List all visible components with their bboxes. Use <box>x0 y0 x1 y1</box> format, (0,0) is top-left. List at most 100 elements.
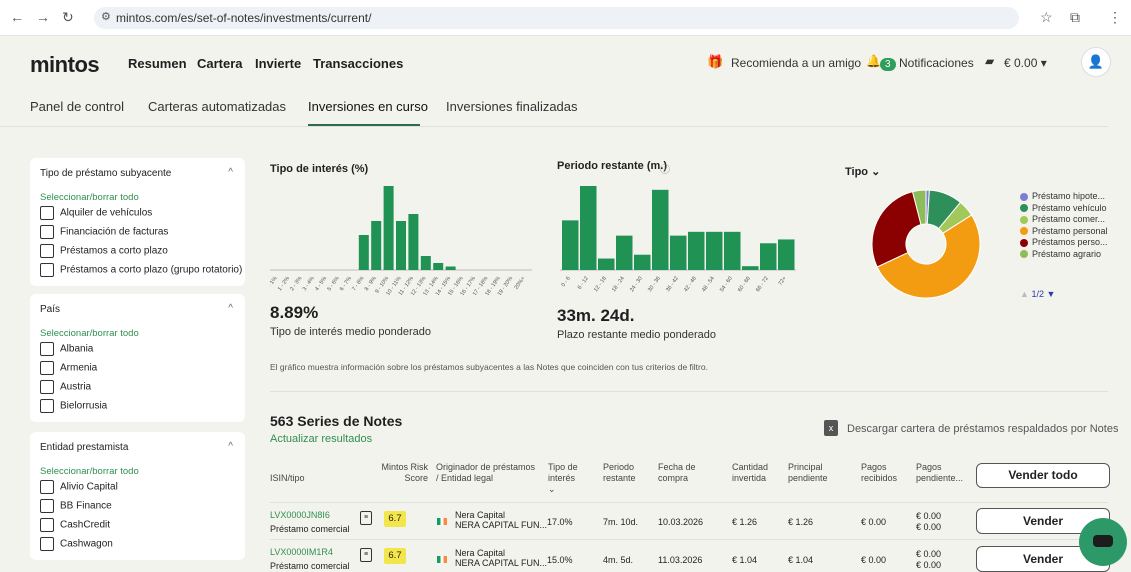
originator[interactable]: Nera Capital <box>455 548 505 558</box>
notifications-link[interactable]: Notificaciones <box>899 56 974 70</box>
download-portfolio-link[interactable]: Descargar cartera de préstamos respaldad… <box>847 423 1118 435</box>
legend-item[interactable]: Préstamos perso... <box>1020 237 1108 247</box>
filter-option[interactable]: Préstamos a corto plazo (grupo rotatorio… <box>40 263 242 277</box>
download-icon[interactable]: x <box>824 420 838 436</box>
col-pending[interactable]: Pagos pendiente... <box>916 462 971 484</box>
bar[interactable] <box>634 254 651 270</box>
chevron-down-icon[interactable]: ⌄ <box>871 166 880 178</box>
col-purchase-date[interactable]: Fecha de compra <box>658 462 703 484</box>
nav-invierte[interactable]: Invierte <box>255 56 301 71</box>
refresh-results-link[interactable]: Actualizar resultados <box>270 433 372 445</box>
legend-item[interactable]: Préstamo vehículo <box>1020 203 1107 213</box>
bell-icon[interactable]: 🔔 <box>866 54 881 68</box>
legend-item[interactable]: Préstamo comer... <box>1020 214 1105 224</box>
extensions-icon[interactable]: ⧉ <box>1070 9 1080 26</box>
recommend-link[interactable]: Recomienda a un amigo <box>731 56 861 70</box>
bar[interactable] <box>408 214 419 270</box>
col-interest[interactable]: Tipo de interés ⌄ <box>548 462 586 495</box>
nav-transacciones[interactable]: Transacciones <box>313 56 403 71</box>
filter-option[interactable]: BB Finance <box>40 499 112 513</box>
isin-link[interactable]: LVX0000JN8I6 <box>270 510 330 520</box>
chevron-up-icon[interactable]: ^ <box>228 441 233 452</box>
notification-badge[interactable]: 3 <box>880 56 899 71</box>
checkbox[interactable] <box>40 244 54 258</box>
bar[interactable] <box>433 263 444 270</box>
user-avatar-icon[interactable]: 👤 <box>1081 47 1111 77</box>
bar[interactable] <box>562 220 579 270</box>
tab-carteras-automatizadas[interactable]: Carteras automatizadas <box>148 99 286 114</box>
legend-pager[interactable]: ▲ 1/2 ▼ <box>1020 289 1055 299</box>
info-icon[interactable]: ⓘ <box>660 161 670 176</box>
filter-option[interactable]: Austria <box>40 380 91 394</box>
bar[interactable] <box>652 189 669 270</box>
reload-icon[interactable]: ↻ <box>62 9 74 26</box>
filter-option[interactable]: Albania <box>40 342 93 356</box>
bar[interactable] <box>358 235 369 270</box>
checkbox[interactable] <box>40 518 54 532</box>
col-received[interactable]: Pagos recibidos <box>861 462 906 484</box>
filter-option[interactable]: Bielorrusia <box>40 399 107 413</box>
back-icon[interactable]: ← <box>10 9 24 25</box>
filter-option[interactable]: Armenia <box>40 361 97 375</box>
col-isin[interactable]: ISIN/tipo <box>270 473 305 484</box>
bar[interactable] <box>445 266 456 271</box>
lender-select-all[interactable]: Seleccionar/borrar todo <box>40 466 139 477</box>
col-originator[interactable]: Originador de préstamos / Entidad legal <box>436 462 536 484</box>
bar[interactable] <box>396 221 406 270</box>
url-text[interactable]: mintos.com/es/set-of-notes/investments/c… <box>116 11 371 25</box>
checkbox[interactable] <box>40 263 54 277</box>
legend-item[interactable]: Préstamo hipote... <box>1020 191 1105 201</box>
loan-type-select-all[interactable]: Seleccionar/borrar todo <box>40 192 139 203</box>
checkbox[interactable] <box>40 342 54 356</box>
checkbox[interactable] <box>40 537 54 551</box>
country-select-all[interactable]: Seleccionar/borrar todo <box>40 328 139 339</box>
col-period[interactable]: Periodo restante <box>603 462 648 484</box>
site-settings-icon[interactable]: ⚙ <box>101 10 111 23</box>
bar[interactable] <box>670 235 687 270</box>
bar[interactable] <box>616 235 633 270</box>
filter-option[interactable]: Alquiler de vehículos <box>40 206 152 220</box>
bar[interactable] <box>580 186 597 270</box>
type-chart-title[interactable]: Tipo ⌄ <box>845 165 880 178</box>
pie-slice[interactable] <box>871 191 922 268</box>
col-invested[interactable]: Cantidad invertida <box>732 462 777 484</box>
balance-dropdown[interactable]: € 0.00 ▾ <box>1004 56 1047 70</box>
bar[interactable] <box>724 231 741 270</box>
bar[interactable] <box>420 256 431 270</box>
chat-button[interactable] <box>1079 518 1127 566</box>
filter-option[interactable]: CashCredit <box>40 518 110 532</box>
tab-inversiones-en-curso[interactable]: Inversiones en curso <box>308 99 428 114</box>
tab-panel-de-control[interactable]: Panel de control <box>30 99 124 114</box>
checkbox[interactable] <box>40 499 54 513</box>
bar[interactable] <box>383 186 394 270</box>
filter-option[interactable]: Préstamos a corto plazo <box>40 244 168 258</box>
originator[interactable]: Nera Capital <box>455 510 505 520</box>
pdf-icon[interactable]: ≡ <box>360 548 372 562</box>
col-principal[interactable]: Principal pendiente <box>788 462 838 484</box>
legend-prev-icon[interactable]: ▲ <box>1020 289 1029 299</box>
col-risk-score[interactable]: Mintos Risk Score <box>380 462 428 484</box>
nav-resumen[interactable]: Resumen <box>128 56 187 71</box>
legend-item[interactable]: Préstamo personal <box>1020 226 1108 236</box>
checkbox[interactable] <box>40 399 54 413</box>
bar[interactable] <box>688 231 705 270</box>
sell-all-button[interactable]: Vender todo <box>976 463 1110 488</box>
checkbox[interactable] <box>40 361 54 375</box>
bar[interactable] <box>760 243 777 270</box>
checkbox[interactable] <box>40 480 54 494</box>
checkbox[interactable] <box>40 206 54 220</box>
legend-item[interactable]: Préstamo agrario <box>1020 249 1101 259</box>
filter-option[interactable]: Cashwagon <box>40 537 113 551</box>
checkbox[interactable] <box>40 225 54 239</box>
bar[interactable] <box>706 231 723 270</box>
filter-option[interactable]: Financiación de facturas <box>40 225 168 239</box>
bar[interactable] <box>778 239 795 270</box>
nav-cartera[interactable]: Cartera <box>197 56 243 71</box>
pdf-icon[interactable]: ≡ <box>360 511 372 525</box>
bar[interactable] <box>598 258 615 270</box>
checkbox[interactable] <box>40 380 54 394</box>
chevron-up-icon[interactable]: ^ <box>228 167 233 178</box>
bar[interactable] <box>742 266 759 270</box>
tab-inversiones-finalizadas[interactable]: Inversiones finalizadas <box>446 99 578 114</box>
filter-option[interactable]: Alivio Capital <box>40 480 118 494</box>
